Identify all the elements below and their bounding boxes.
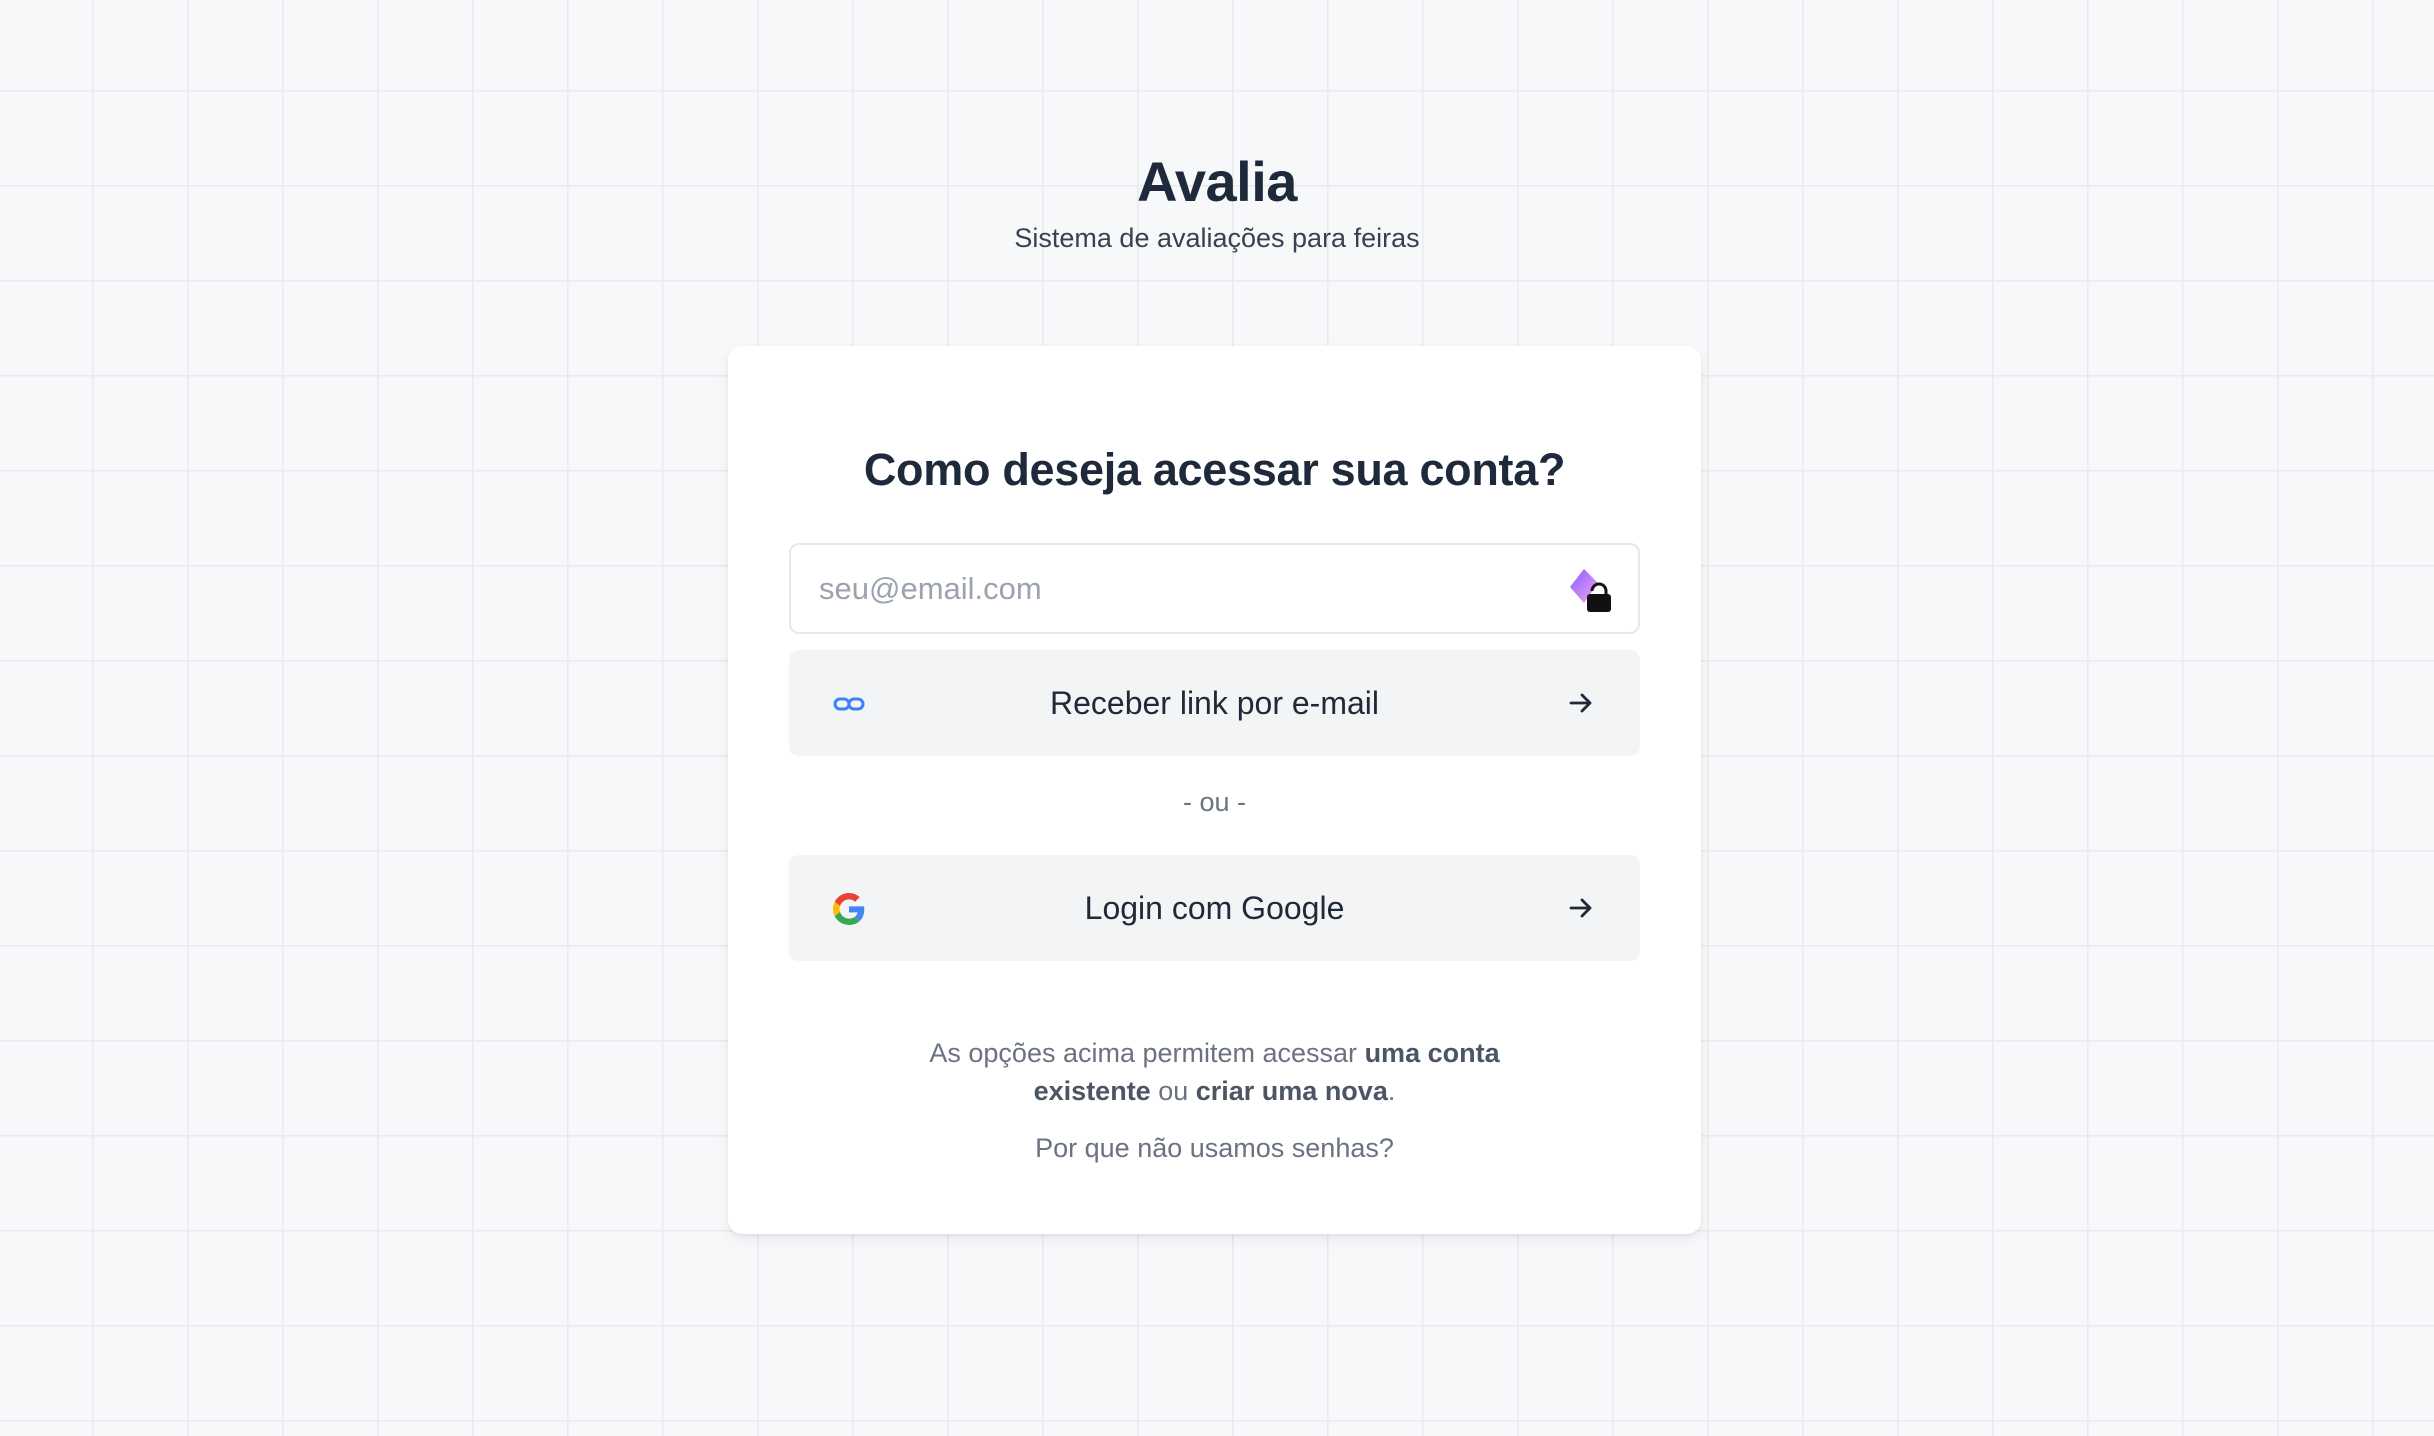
google-login-button-label: Login com Google <box>1084 890 1345 926</box>
account-note-suffix: . <box>1387 1076 1396 1106</box>
account-note-middle: ou <box>1150 1076 1196 1106</box>
email-input[interactable] <box>819 545 1579 632</box>
arrow-right-icon <box>1566 688 1596 718</box>
google-login-button[interactable]: Login com Google <box>789 855 1640 961</box>
magic-link-button[interactable]: Receber link por e-mail <box>789 650 1640 756</box>
login-heading: Como deseja acessar sua conta? <box>863 444 1566 495</box>
password-manager-lock-icon[interactable] <box>1566 565 1618 615</box>
account-note-new: criar uma nova <box>1195 1076 1388 1106</box>
app-title: Avalia <box>1137 150 1297 213</box>
account-note-prefix: As opções acima permitem acessar <box>929 1038 1365 1068</box>
app-header: Avalia Sistema de avaliações para feiras <box>0 148 2434 256</box>
login-card: Como deseja acessar sua conta? seu@email… <box>728 346 1701 1234</box>
or-divider: - ou - <box>1182 787 1247 817</box>
magic-link-button-label: Receber link por e-mail <box>1049 685 1379 721</box>
why-no-passwords-link[interactable]: Por que não usamos senhas? <box>728 1130 1701 1166</box>
account-note: As opções acima permitem acessar uma con… <box>908 1034 1521 1110</box>
arrow-right-icon <box>1566 893 1596 923</box>
email-field[interactable] <box>789 543 1640 634</box>
app-subtitle: Sistema de avaliações para feiras <box>1014 223 1420 253</box>
